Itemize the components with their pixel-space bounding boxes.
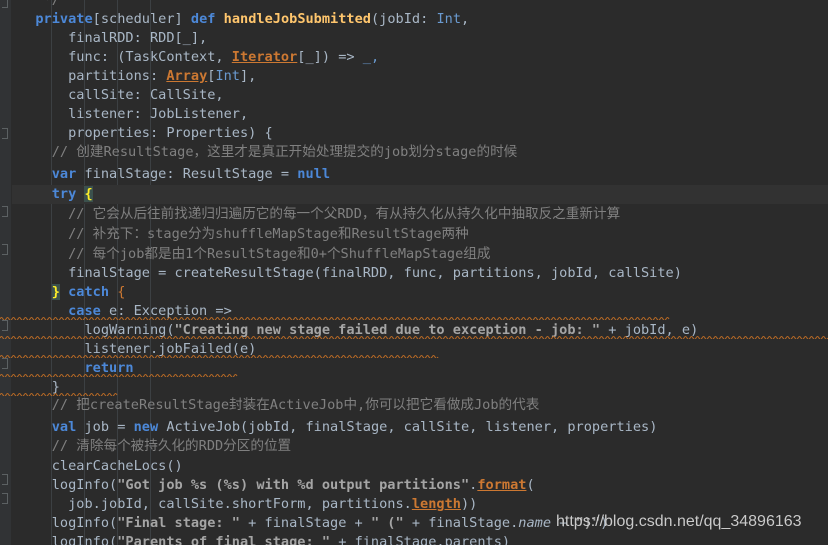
code-line[interactable]: } [0, 378, 828, 397]
code-line[interactable]: var finalStage: ResultStage = null [0, 165, 828, 184]
error-squiggle [0, 355, 439, 358]
code-editor-viewport[interactable]: */ private[scheduler] def handleJobSubmi… [0, 0, 828, 545]
code-line[interactable]: callSite: CallSite, [0, 86, 828, 105]
code-line[interactable]: finalStage = createResultStage(finalRDD,… [0, 264, 828, 283]
code-line[interactable]: properties: Properties) { [0, 124, 828, 143]
error-squiggle [0, 393, 118, 396]
error-squiggle [0, 374, 238, 377]
code-line[interactable]: partitions: Array[Int], [0, 67, 828, 86]
code-line[interactable]: // 它会从后往前找递归归遍历它的每一个父RDD，有从持久化从持久化中抽取反之重… [0, 205, 828, 224]
code-line[interactable]: */ [0, 0, 828, 10]
code-line[interactable]: try { [0, 185, 828, 204]
code-line[interactable]: logInfo("Parents of final stage: " + fin… [0, 533, 828, 545]
code-line[interactable]: // 清除每个被持久化的RDD分区的位置 [0, 437, 828, 456]
code-line[interactable]: // 把createResultStage封装在ActiveJob中,你可以把它… [0, 396, 828, 415]
code-line[interactable]: finalRDD: RDD[_], [0, 29, 828, 48]
code-line[interactable]: private[scheduler] def handleJobSubmitte… [0, 10, 828, 29]
code-line[interactable]: listener: JobListener, [0, 105, 828, 124]
code-line[interactable]: func: (TaskContext, Iterator[_]) => _, [0, 48, 828, 67]
code-line[interactable]: } catch { [0, 283, 828, 302]
code-line[interactable]: logInfo("Got job %s (%s) with %d output … [0, 476, 828, 495]
code-text-layer[interactable]: */ private[scheduler] def handleJobSubmi… [0, 0, 828, 545]
error-squiggle [0, 317, 670, 320]
code-line[interactable]: clearCacheLocs() [0, 457, 828, 476]
code-line[interactable]: // 每个job都是由1个ResultStage和0+个ShuffleMapSt… [0, 245, 828, 264]
code-line[interactable]: // 补充下：stage分为shuffleMapStage和ResultStag… [0, 225, 828, 244]
code-line[interactable]: // 创建ResultStage，这里才是真正开始处理提交的job划分stage… [0, 143, 828, 162]
code-line[interactable]: val job = new ActiveJob(jobId, finalStag… [0, 418, 828, 437]
code-line[interactable]: job.jobId, callSite.shortForm, partition… [0, 495, 828, 514]
error-squiggle [0, 336, 828, 339]
watermark-text: https://blog.csdn.net/qq_34896163 [556, 513, 802, 530]
